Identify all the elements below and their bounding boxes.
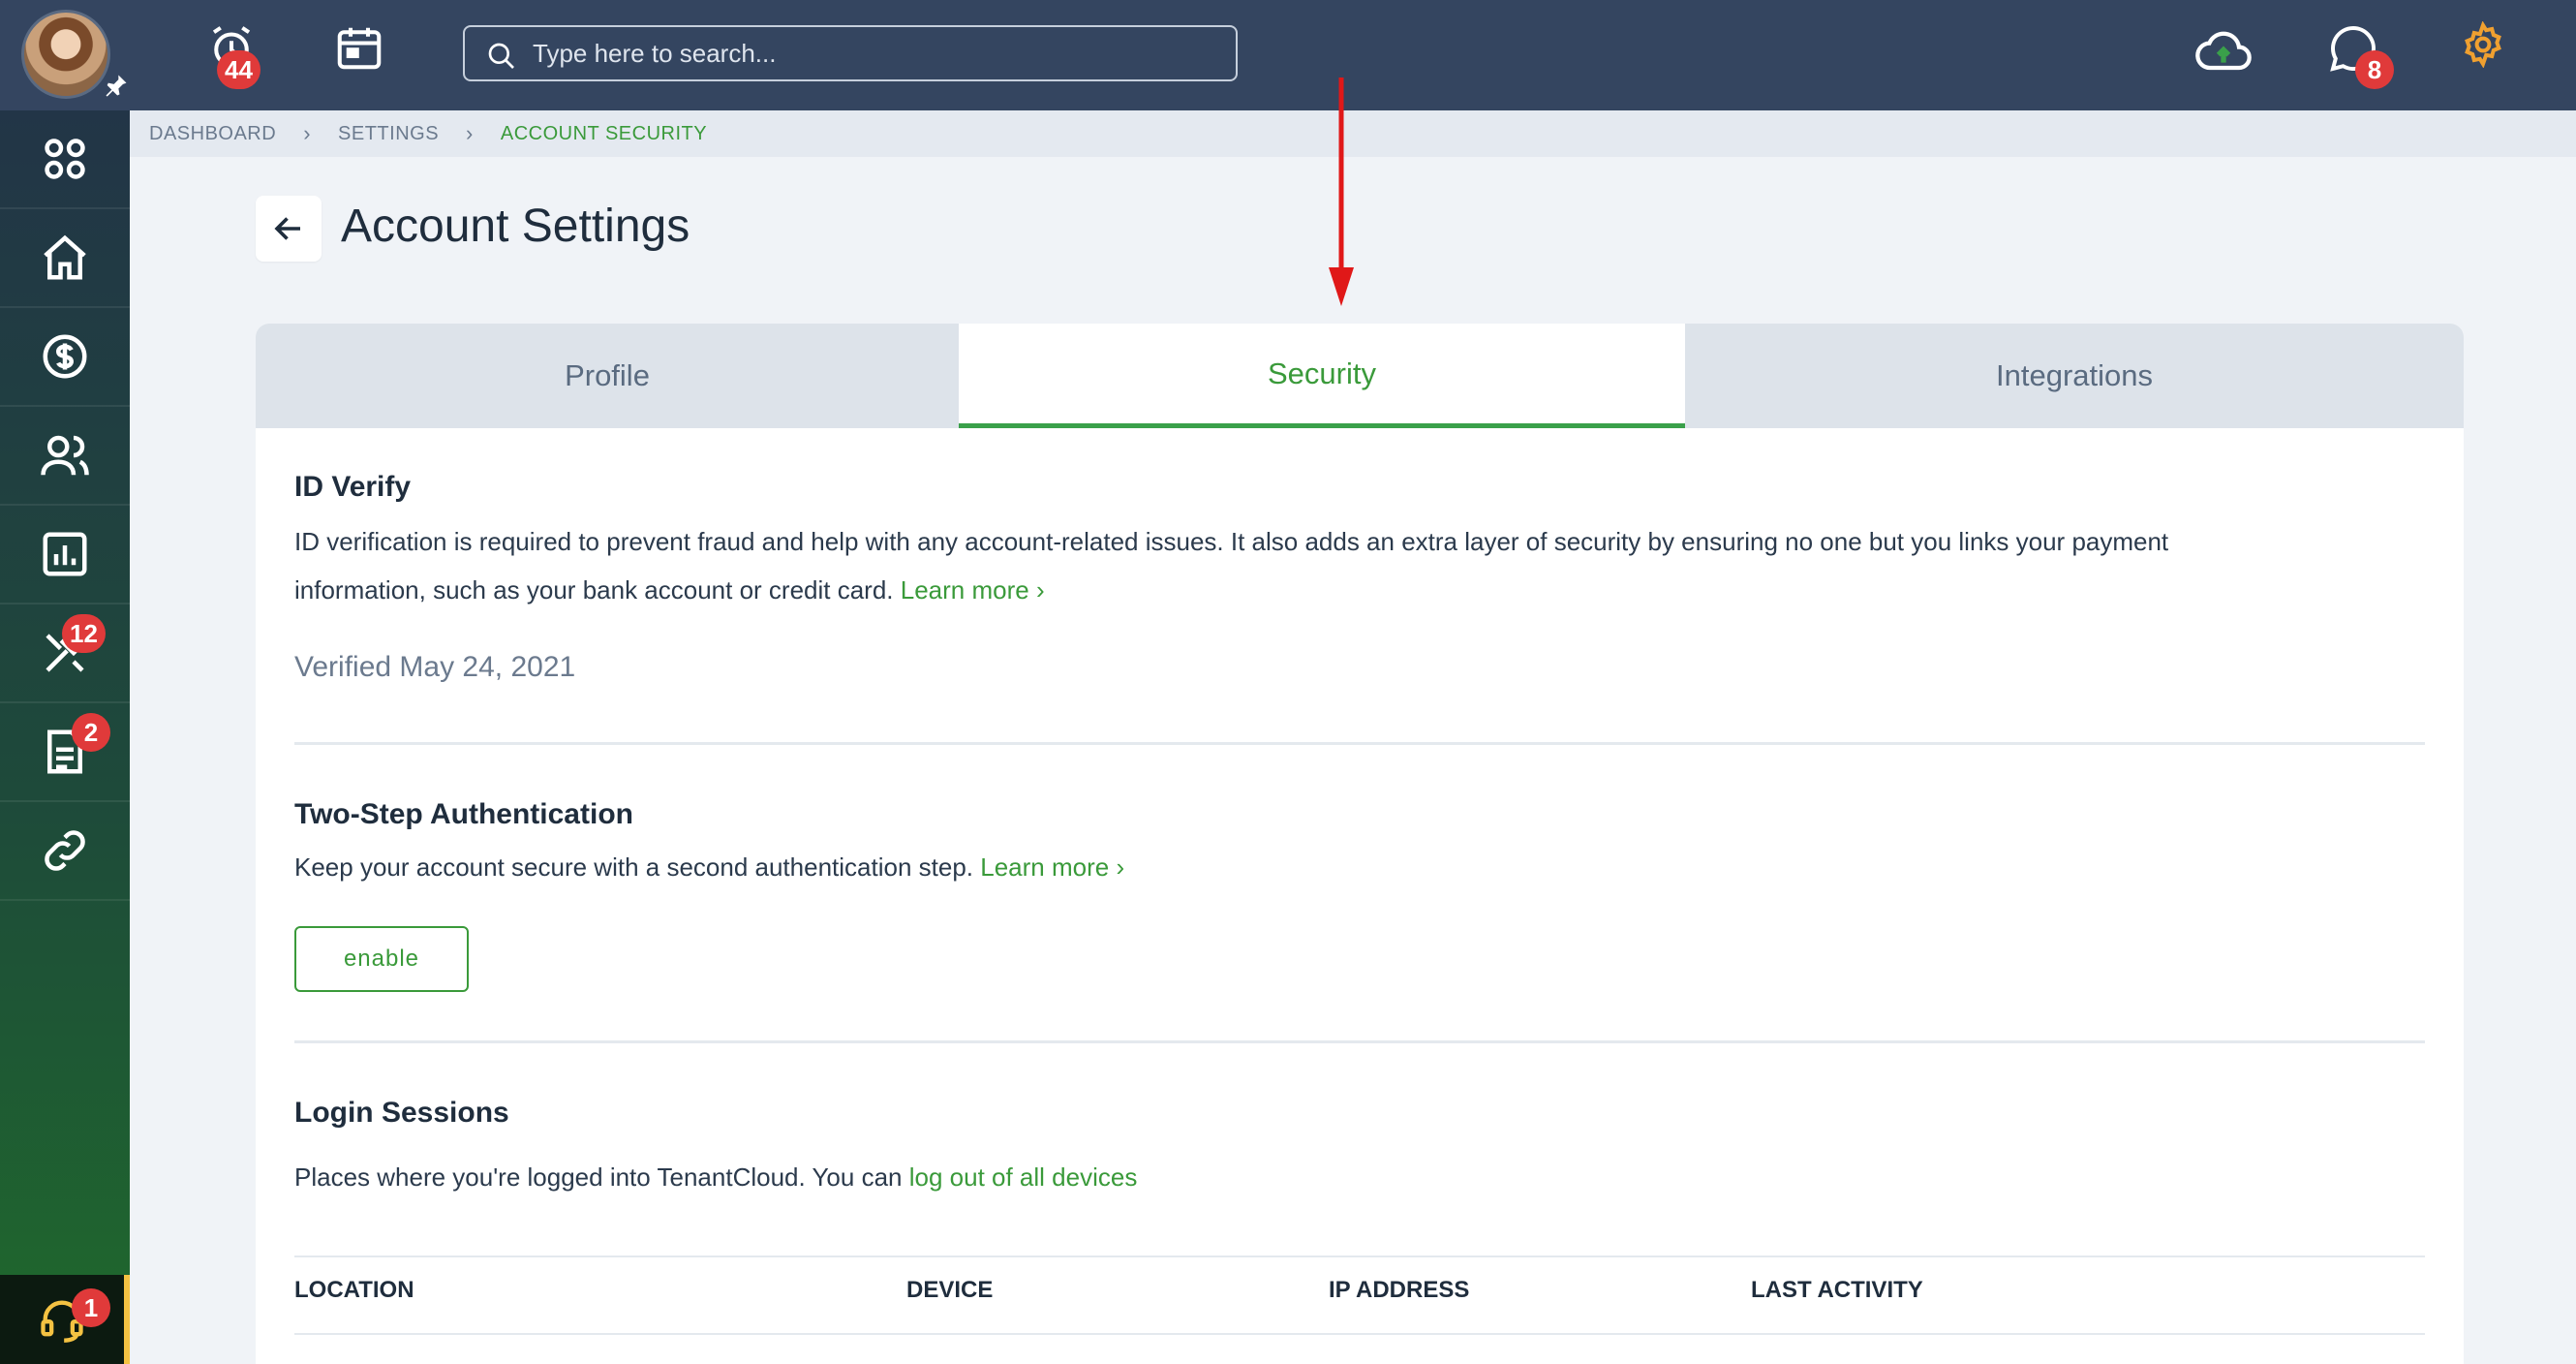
id-verify-title: ID Verify xyxy=(294,471,412,503)
users-icon xyxy=(41,435,89,476)
home-icon xyxy=(44,234,86,280)
support-badge: 1 xyxy=(72,1288,110,1327)
id-verify-line-1: ID verification is required to prevent f… xyxy=(294,527,2169,556)
sidebar-item-links[interactable] xyxy=(0,802,130,901)
enable-two-step-button[interactable]: enable xyxy=(294,926,469,992)
id-verify-status: Verified May 24, 2021 xyxy=(294,651,576,683)
cloud-upload-icon xyxy=(2195,31,2252,71)
sidebar-item-users[interactable] xyxy=(0,407,130,506)
link-icon xyxy=(45,830,85,871)
learn-more-label: Learn more xyxy=(900,575,1029,604)
two-step-text: Keep your account secure with a second a… xyxy=(294,852,973,882)
two-step-learn-more-link[interactable]: Learn more › xyxy=(980,852,1124,882)
login-sessions-title: Login Sessions xyxy=(294,1097,509,1129)
support-button[interactable]: 1 xyxy=(0,1275,130,1364)
calendar-icon xyxy=(337,27,382,70)
login-sessions-text: Places where you're logged into TenantCl… xyxy=(294,1162,903,1192)
sidebar-item-finance[interactable] xyxy=(0,308,130,407)
chevron-right-icon: › xyxy=(1116,852,1125,882)
search-icon xyxy=(488,43,514,69)
top-bar: 44 8 xyxy=(0,0,2576,110)
logout-all-devices-link[interactable]: log out of all devices xyxy=(909,1162,1138,1192)
documents-badge: 2 xyxy=(72,713,110,752)
sidebar-item-apps[interactable] xyxy=(0,110,130,209)
back-button[interactable] xyxy=(256,196,322,262)
learn-more-label: Learn more xyxy=(980,852,1110,882)
pin-icon[interactable] xyxy=(103,72,130,99)
two-step-description: Keep your account secure with a second a… xyxy=(294,843,1124,891)
breadcrumb-account-security: ACCOUNT SECURITY xyxy=(500,122,708,144)
gear-icon xyxy=(2465,20,2501,69)
sidebar-item-documents[interactable]: 2 xyxy=(0,703,130,802)
chevron-right-icon: › xyxy=(466,121,474,145)
section-divider xyxy=(294,1040,2425,1043)
id-verify-line-2: information, such as your bank account o… xyxy=(294,566,2168,614)
tab-bar: Profile Security Integrations xyxy=(256,324,2464,428)
chevron-right-icon: › xyxy=(303,121,312,145)
column-header-ip-address[interactable]: IP ADDRESS xyxy=(1329,1277,1469,1304)
settings-button[interactable] xyxy=(2460,20,2528,89)
id-verify-learn-more-link[interactable]: Learn more › xyxy=(901,575,1045,604)
tab-profile[interactable]: Profile xyxy=(256,324,959,428)
maintenance-badge: 12 xyxy=(62,614,106,653)
settings-card: Profile Security Integrations ID Verify … xyxy=(256,324,2464,1364)
sidebar: 12 2 xyxy=(0,110,130,1364)
messages-badge: 8 xyxy=(2355,50,2394,89)
reports-icon xyxy=(43,532,87,576)
section-divider xyxy=(294,742,2425,745)
search-box[interactable] xyxy=(463,25,1238,81)
sidebar-item-maintenance[interactable]: 12 xyxy=(0,604,130,703)
breadcrumb-dashboard[interactable]: DASHBOARD xyxy=(149,123,276,145)
login-sessions-description: Places where you're logged into TenantCl… xyxy=(294,1153,1137,1201)
id-verify-description: ID verification is required to prevent f… xyxy=(294,517,2168,614)
search-input[interactable] xyxy=(533,38,1236,69)
apps-grid-icon xyxy=(45,139,85,179)
table-header-divider xyxy=(294,1333,2425,1335)
user-avatar[interactable] xyxy=(21,10,110,99)
page-title: Account Settings xyxy=(341,201,690,252)
sidebar-item-home[interactable] xyxy=(0,209,130,308)
column-header-device[interactable]: DEVICE xyxy=(906,1277,993,1304)
breadcrumb-settings[interactable]: SETTINGS xyxy=(338,123,439,145)
table-top-divider xyxy=(294,1256,2425,1257)
annotation-arrow xyxy=(1329,78,1354,306)
sidebar-item-reports[interactable] xyxy=(0,506,130,604)
tab-integrations[interactable]: Integrations xyxy=(1685,324,2464,428)
dollar-icon xyxy=(43,334,87,379)
arrow-left-icon xyxy=(274,217,300,240)
calendar-button[interactable] xyxy=(333,21,401,89)
tab-security[interactable]: Security xyxy=(959,324,1685,428)
column-header-location[interactable]: LOCATION xyxy=(294,1277,414,1304)
messages-button[interactable]: 8 xyxy=(2326,21,2394,89)
two-step-title: Two-Step Authentication xyxy=(294,798,633,830)
cloud-sync-button[interactable] xyxy=(2193,21,2260,89)
alarm-button[interactable]: 44 xyxy=(205,21,273,89)
chevron-right-icon: › xyxy=(1035,575,1045,604)
column-header-last-activity[interactable]: LAST ACTIVITY xyxy=(1751,1277,1923,1304)
alarm-badge: 44 xyxy=(217,50,261,89)
id-verify-line-2-text: information, such as your bank account o… xyxy=(294,575,894,604)
